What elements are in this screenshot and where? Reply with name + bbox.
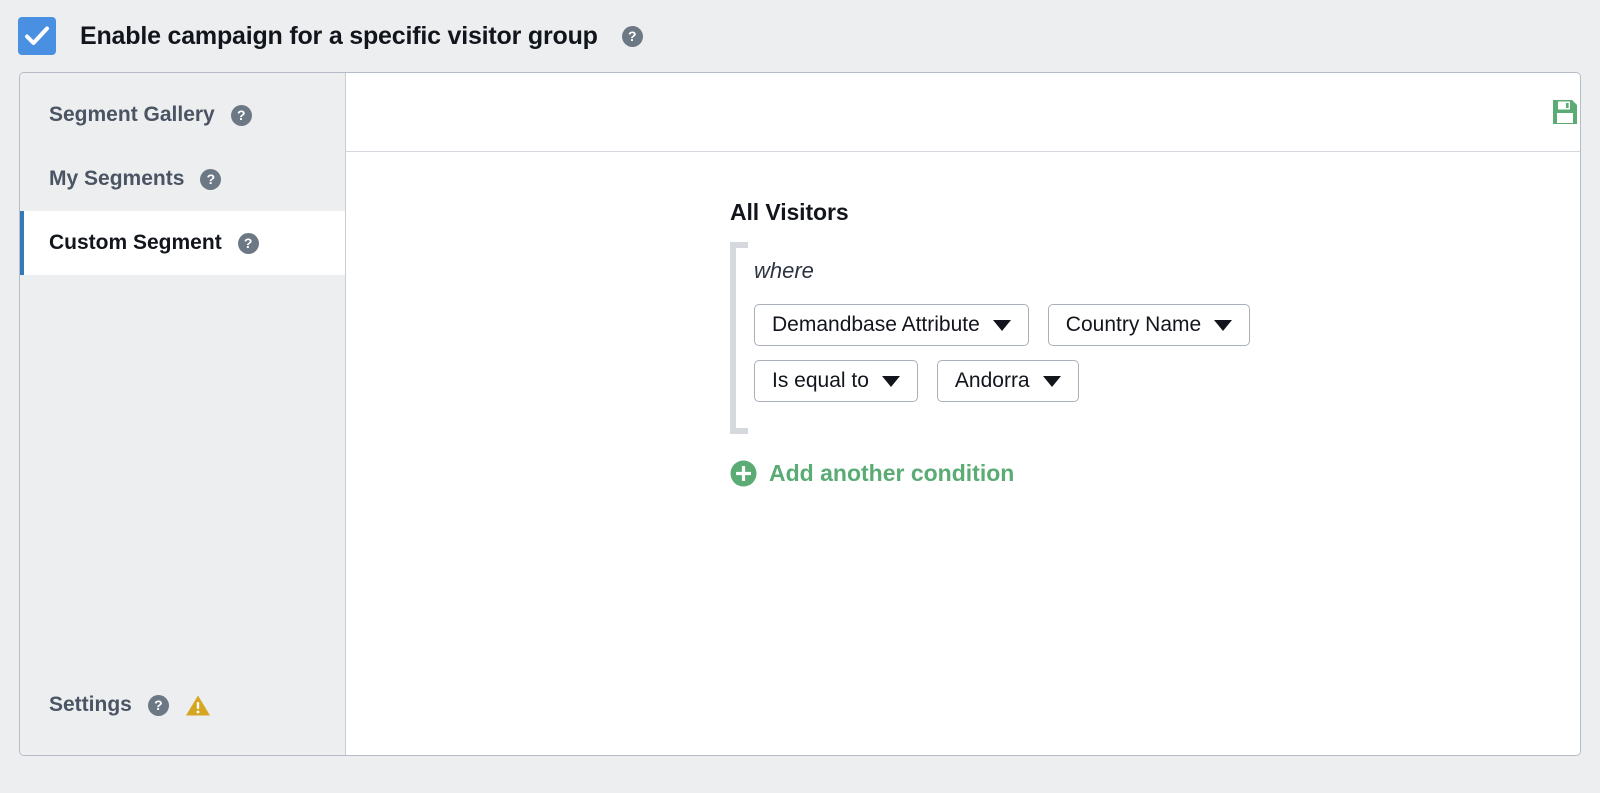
attribute-type-value: Demandbase Attribute (772, 313, 980, 336)
add-another-condition-label: Add another condition (769, 460, 1015, 486)
segment-builder-panel: Segment Gallery ? My Segments ? Custom S… (19, 72, 1581, 756)
bracket-left (730, 242, 748, 434)
warning-triangle-icon[interactable] (185, 694, 211, 717)
condition-row: Is equal to Andorra (754, 360, 1250, 402)
plus-circle-icon (730, 460, 757, 487)
chevron-down-icon (1214, 319, 1233, 331)
chevron-down-icon (1042, 375, 1061, 387)
attribute-name-dropdown[interactable]: Country Name (1047, 304, 1251, 346)
condition-value: Andorra (954, 369, 1030, 392)
enable-campaign-row: Enable campaign for a specific visitor g… (0, 0, 1600, 72)
sidebar-item-label: Segment Gallery (49, 103, 215, 126)
custom-segment-help-icon[interactable]: ? (237, 232, 259, 254)
attribute-name-value: Country Name (1065, 313, 1202, 336)
segment-content: Save Segment All Visitors where Demandba… (346, 73, 1580, 755)
sidebar-item-custom-segment[interactable]: Custom Segment ? (20, 211, 345, 275)
add-another-condition-button[interactable]: Add another condition (730, 460, 1014, 487)
content-header: Save Segment (346, 73, 1580, 152)
enable-campaign-label: Enable campaign for a specific visitor g… (80, 21, 598, 50)
floppy-disk-save-icon (1551, 98, 1579, 126)
condition-value-dropdown[interactable]: Andorra (936, 360, 1079, 402)
condition-row: Demandbase Attribute Country Name (754, 304, 1251, 346)
settings-help-icon[interactable]: ? (147, 694, 169, 716)
operator-dropdown[interactable]: Is equal to (754, 360, 918, 402)
chevron-down-icon (992, 319, 1011, 331)
enable-campaign-help-icon[interactable]: ? (621, 25, 643, 47)
attribute-type-dropdown[interactable]: Demandbase Attribute (754, 304, 1029, 346)
sidebar-item-settings[interactable]: Settings ? (20, 673, 345, 737)
where-label: where (754, 258, 814, 283)
sidebar-item-label: Settings (49, 693, 132, 716)
save-segment-button[interactable]: Save Segment (1551, 98, 1580, 127)
my-segments-help-icon[interactable]: ? (200, 168, 222, 190)
sidebar-item-segment-gallery[interactable]: Segment Gallery ? (20, 83, 345, 147)
sidebar-item-label: My Segments (49, 167, 185, 190)
sidebar-item-my-segments[interactable]: My Segments ? (20, 147, 345, 211)
condition-group-inner: where Demandbase Attribute Country Name (754, 258, 1251, 416)
segment-gallery-help-icon[interactable]: ? (230, 104, 252, 126)
segment-sidebar: Segment Gallery ? My Segments ? Custom S… (20, 73, 346, 755)
condition-group: where Demandbase Attribute Country Name (730, 242, 1580, 434)
enable-campaign-checkbox[interactable] (18, 17, 56, 55)
sidebar-item-label: Custom Segment (49, 231, 222, 254)
operator-value: Is equal to (772, 369, 869, 392)
content-body: All Visitors where Demandbase Attribute … (346, 152, 1580, 755)
page-title: All Visitors (730, 199, 849, 225)
checkmark-icon (25, 26, 49, 45)
chevron-down-icon (881, 375, 900, 387)
